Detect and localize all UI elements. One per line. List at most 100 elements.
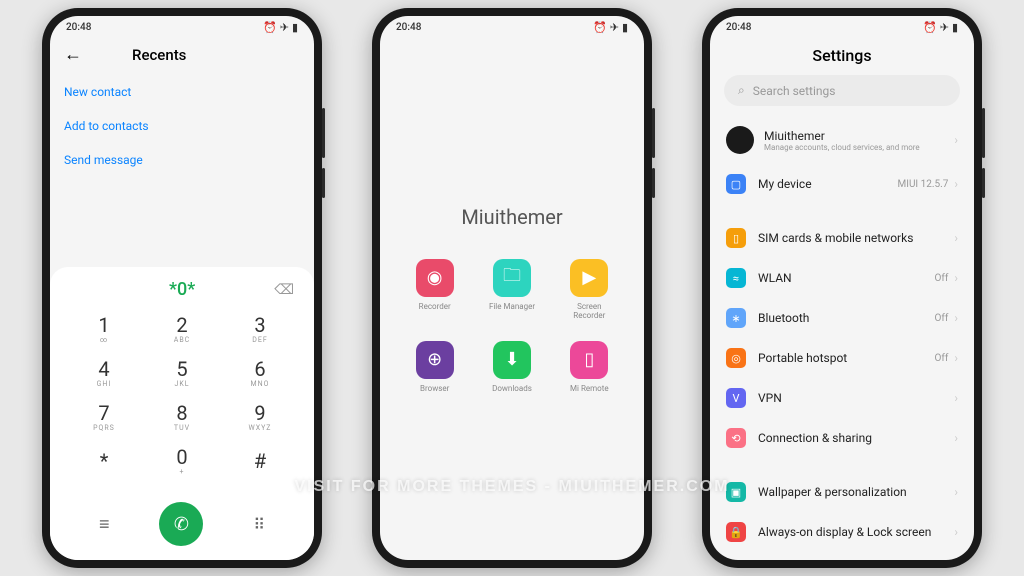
settings-item-sim-cards-mobile-networks[interactable]: ▯SIM cards & mobile networks› xyxy=(724,218,960,258)
settings-item-account[interactable]: Miuithemer Manage accounts, cloud servic… xyxy=(724,116,960,164)
back-icon[interactable]: ← xyxy=(64,44,82,65)
status-icons: ⏰ ✈ ▮ xyxy=(593,21,628,34)
item-value: Off xyxy=(935,313,949,324)
dialer-actions: New contact Add to contacts Send message xyxy=(50,71,314,181)
setting-icon: V xyxy=(726,388,746,408)
statusbar: 20:48 ⏰ ✈ ▮ xyxy=(50,16,314,38)
settings-item-connection-sharing[interactable]: ⟲Connection & sharing› xyxy=(724,418,960,458)
keypad-key-3[interactable]: 3DEF xyxy=(230,308,290,350)
chevron-right-icon: › xyxy=(954,311,958,325)
keypad-key-1[interactable]: 1∞ xyxy=(74,308,134,350)
key-number: 7 xyxy=(98,403,109,423)
item-value: MIUI 12.5.7 xyxy=(898,179,949,190)
app-screen-recorder[interactable]: ▶Screen Recorder xyxy=(565,259,614,321)
setting-icon: ⟲ xyxy=(726,428,746,448)
power-button xyxy=(982,168,985,198)
item-title: VPN xyxy=(758,391,954,405)
key-number: 2 xyxy=(176,315,187,335)
app-icon: ▯ xyxy=(570,341,608,379)
airplane-icon: ✈ xyxy=(940,21,949,34)
keypad: 1∞ 2ABC 3DEF 4GHI 5JKL 6MNO 7PQRS 8TUV 9WXYZ * 0+ # xyxy=(50,308,314,494)
statusbar: 20:48 ⏰ ✈ ▮ xyxy=(710,16,974,38)
app-browser[interactable]: ⊕ Browser xyxy=(410,341,459,394)
status-icons: ⏰ ✈ ▮ xyxy=(263,21,298,34)
app-grid: ◉ Recorder 🗀File Manager ▶Screen Recorder ⊕ B… xyxy=(410,259,614,394)
keypad-key-8[interactable]: 8TUV xyxy=(152,396,212,438)
device-icon: ▢ xyxy=(726,174,746,194)
key-letters: MNO xyxy=(251,380,270,388)
app-label: Recorder xyxy=(419,302,451,312)
keypad-key-9[interactable]: 9WXYZ xyxy=(230,396,290,438)
chevron-right-icon: › xyxy=(954,177,958,191)
settings-item-portable-hotspot[interactable]: ◎ Portable hotspotOff › xyxy=(724,338,960,378)
app-label: Browser xyxy=(420,384,449,394)
folder-title: Miuithemer xyxy=(461,205,562,229)
keypad-key-5[interactable]: 5JKL xyxy=(152,352,212,394)
key-number: 6 xyxy=(254,359,265,379)
new-contact-link[interactable]: New contact xyxy=(64,75,300,109)
item-title: My device xyxy=(758,177,898,191)
setting-icon: ≈ xyxy=(726,268,746,288)
chevron-right-icon: › xyxy=(954,431,958,445)
item-title: SIM cards & mobile networks xyxy=(758,231,954,245)
status-icons: ⏰ ✈ ▮ xyxy=(923,21,958,34)
search-icon: ⌕ xyxy=(738,83,745,98)
search-settings-input[interactable]: ⌕ Search settings xyxy=(724,75,960,106)
setting-icon: ◎ xyxy=(726,348,746,368)
app-label: Screen Recorder xyxy=(565,302,614,321)
keypad-key-0[interactable]: 0+ xyxy=(152,440,212,482)
alarm-icon: ⏰ xyxy=(923,21,937,34)
settings-item-always-on-display-lock-screen[interactable]: 🔒Always-on display & Lock screen› xyxy=(724,512,960,552)
dialer-title: Recents xyxy=(132,46,186,64)
airplane-icon: ✈ xyxy=(610,21,619,34)
settings-item-wlan[interactable]: ≈WLANOff› xyxy=(724,258,960,298)
app-file-manager[interactable]: 🗀File Manager xyxy=(487,259,536,321)
call-button[interactable]: ✆ xyxy=(159,502,203,546)
settings-item-wallpaper-personalization[interactable]: ▣Wallpaper & personalization› xyxy=(724,472,960,512)
keypad-key-#[interactable]: # xyxy=(230,440,290,482)
keypad-key-7[interactable]: 7PQRS xyxy=(74,396,134,438)
item-value: Off xyxy=(935,273,949,284)
spacer xyxy=(50,181,314,267)
statusbar: 20:48 ⏰ ✈ ▮ xyxy=(380,16,644,38)
chevron-right-icon: › xyxy=(954,351,958,365)
keypad-key-6[interactable]: 6MNO xyxy=(230,352,290,394)
key-letters: TUV xyxy=(174,424,190,432)
settings-item-mydevice[interactable]: ▢ My device MIUI 12.5.7 › xyxy=(724,164,960,204)
screen-settings: 20:48 ⏰ ✈ ▮ Settings ⌕ Search settings M… xyxy=(710,16,974,560)
item-value: Off xyxy=(935,353,949,364)
status-time: 20:48 xyxy=(726,22,751,33)
chevron-right-icon: › xyxy=(954,133,958,147)
chevron-right-icon: › xyxy=(954,391,958,405)
item-title: Always-on display & Lock screen xyxy=(758,525,954,539)
volume-button xyxy=(652,108,655,158)
settings-list[interactable]: Miuithemer Manage accounts, cloud servic… xyxy=(710,116,974,560)
key-letters: ∞ xyxy=(100,336,108,344)
item-title: WLAN xyxy=(758,271,935,285)
setting-icon: ∗ xyxy=(726,308,746,328)
app-icon: ⬇ xyxy=(493,341,531,379)
menu-icon[interactable]: ≡ xyxy=(99,514,110,535)
item-title: Portable hotspot xyxy=(758,351,935,365)
keypad-key-4[interactable]: 4GHI xyxy=(74,352,134,394)
backspace-icon[interactable]: ⌫ xyxy=(274,282,294,298)
add-to-contacts-link[interactable]: Add to contacts xyxy=(64,109,300,143)
app-recorder[interactable]: ◉ Recorder xyxy=(410,259,459,321)
key-number: 8 xyxy=(176,403,187,423)
alarm-icon: ⏰ xyxy=(263,21,277,34)
app-downloads[interactable]: ⬇Downloads xyxy=(487,341,536,394)
keypad-key-2[interactable]: 2ABC xyxy=(152,308,212,350)
settings-item-bluetooth[interactable]: ∗ BluetoothOff › xyxy=(724,298,960,338)
app-mi-remote[interactable]: ▯Mi Remote xyxy=(565,341,614,394)
item-title: Bluetooth xyxy=(758,311,935,325)
app-icon: ◉ xyxy=(416,259,454,297)
dial-display: *0* ⌫ xyxy=(50,267,314,308)
avatar xyxy=(726,126,754,154)
settings-item-vpn[interactable]: V VPN› xyxy=(724,378,960,418)
keypad-key-*[interactable]: * xyxy=(74,440,134,482)
keypad-toggle-icon[interactable]: ⠿ xyxy=(253,515,265,534)
app-icon: ⊕ xyxy=(416,341,454,379)
send-message-link[interactable]: Send message xyxy=(64,143,300,177)
key-letters: GHI xyxy=(97,380,112,388)
key-number: 1 xyxy=(98,315,109,335)
